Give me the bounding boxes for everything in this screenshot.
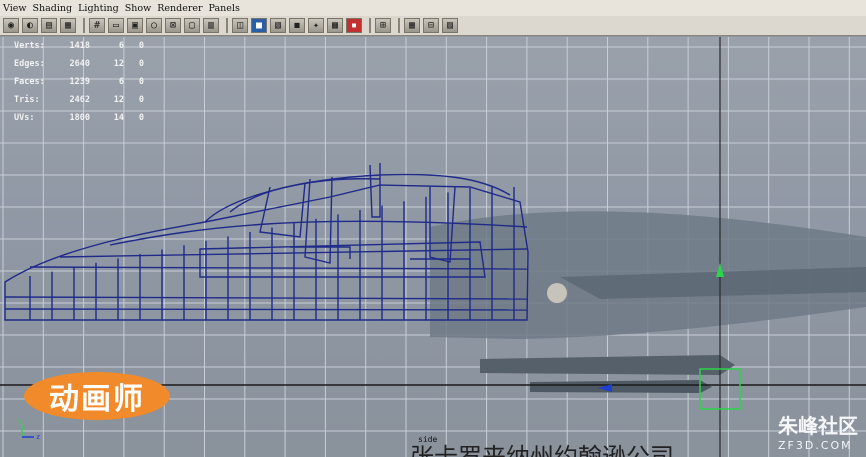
grid-icon[interactable]: # (89, 18, 105, 33)
camera-attr-icon[interactable]: ◐ (22, 18, 38, 33)
hud-v1: 1239 (69, 77, 90, 87)
shadows-icon[interactable]: ▩ (327, 18, 343, 33)
hud-v1: 2640 (69, 59, 90, 69)
svg-text:y: y (18, 417, 22, 425)
resolution-gate-icon[interactable]: ▣ (127, 18, 143, 33)
menu-panels[interactable]: Panels (206, 3, 243, 14)
poly-count-hud: Verts: 1418 6 0 Edges: 2640 12 0 Faces: 1239 6 0 Tri… (14, 37, 144, 127)
hud-v3: 0 (138, 77, 144, 87)
image-plane-icon[interactable]: ▦ (60, 18, 76, 33)
hud-label: Tris: (14, 95, 40, 105)
flat-shade-icon[interactable]: ◼ (289, 18, 305, 33)
brand-logo: 动画师 (24, 372, 170, 420)
menu-bar: View Shading Lighting Show Renderer Pane… (0, 0, 866, 17)
hud-v2: 6 (118, 77, 124, 87)
wireframe-icon[interactable]: ◫ (232, 18, 248, 33)
hud-row: Faces: 1239 6 0 (14, 73, 144, 91)
hud-v2: 6 (118, 41, 124, 51)
watermark-title: 朱峰社区 (778, 414, 858, 438)
menu-lighting[interactable]: Lighting (75, 3, 122, 14)
toolbar-separator (369, 18, 371, 33)
safe-title-icon[interactable]: ▥ (203, 18, 219, 33)
bounding-box-icon[interactable]: ▧ (270, 18, 286, 33)
menu-show[interactable]: Show (122, 3, 154, 14)
hud-label: Faces: (14, 77, 45, 87)
toolbar-separator (398, 18, 400, 33)
field-chart-icon[interactable]: ⊠ (165, 18, 181, 33)
hud-v3: 0 (138, 41, 144, 51)
video-subtitle: 张卡罗来纳州约翰逊公司 (410, 443, 674, 457)
gate-mask-icon[interactable]: ○ (146, 18, 162, 33)
svg-text:z: z (36, 433, 40, 441)
bookmark-icon[interactable]: ▤ (41, 18, 57, 33)
textured-icon[interactable]: ▪ (346, 18, 362, 33)
hud-v3: 0 (138, 95, 144, 105)
isolate-icon[interactable]: ▦ (404, 18, 420, 33)
hud-label: UVs: (14, 113, 35, 123)
site-watermark: 朱峰社区 ZF3D.COM (778, 410, 858, 452)
jet-reference-missile-lower (530, 380, 712, 393)
menu-shading[interactable]: Shading (30, 3, 76, 14)
toolbar-separator (83, 18, 85, 33)
hud-row: Edges: 2640 12 0 (14, 55, 144, 73)
hud-row: Tris: 2462 12 0 (14, 91, 144, 109)
use-lights-icon[interactable]: ✦ (308, 18, 324, 33)
safe-action-icon[interactable]: ▢ (184, 18, 200, 33)
hud-v2: 12 (113, 95, 124, 105)
hud-v1: 1800 (69, 113, 90, 123)
hud-row: Verts: 1418 6 0 (14, 37, 144, 55)
menu-view[interactable]: View (0, 3, 30, 14)
x-ray-icon[interactable]: ⊞ (375, 18, 391, 33)
hud-v3: 0 (138, 113, 144, 123)
hud-v1: 2462 (69, 95, 90, 105)
watermark-url: ZF3D.COM (778, 439, 853, 452)
jet-reference-missile (480, 355, 735, 375)
hud-v2: 14 (113, 113, 124, 123)
hud-row: UVs: 1800 14 0 (14, 109, 144, 127)
ambient-occlusion-icon[interactable]: ▨ (442, 18, 458, 33)
jet-reference-emblem (547, 283, 567, 303)
toolbar-separator (226, 18, 228, 33)
smooth-shade-icon[interactable]: ■ (251, 18, 267, 33)
select-camera-icon[interactable]: ⊟ (423, 18, 439, 33)
side-viewport[interactable]: y z Verts: 1418 6 0 Edges: 2640 12 0 Faces: 1239 6… (0, 37, 866, 457)
hud-v2: 12 (113, 59, 124, 69)
panel-toolbar: ◉ ◐ ▤ ▦ # ▭ ▣ ○ ⊠ ▢ ▥ ◫ ■ ▧ ◼ ✦ ▩ ▪ ⊞ ▦ … (0, 16, 866, 36)
film-gate-icon[interactable]: ▭ (108, 18, 124, 33)
menu-renderer[interactable]: Renderer (154, 3, 205, 14)
hud-label: Verts: (14, 41, 45, 51)
hud-label: Edges: (14, 59, 45, 69)
hud-v1: 1418 (69, 41, 90, 51)
camera-icon[interactable]: ◉ (3, 18, 19, 33)
axis-gizmo: y z (18, 417, 40, 441)
hud-v3: 0 (138, 59, 144, 69)
